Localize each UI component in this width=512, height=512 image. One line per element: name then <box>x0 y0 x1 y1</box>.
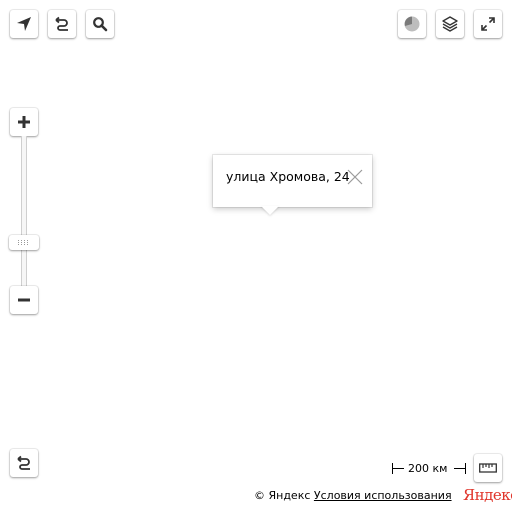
zoom-in-button[interactable] <box>10 108 38 136</box>
copyright-notice: © Яндекс Условия использования <box>254 489 452 503</box>
traffic-button[interactable] <box>398 10 426 38</box>
map-canvas[interactable] <box>0 0 512 512</box>
fullscreen-button[interactable] <box>474 10 502 38</box>
search-button[interactable] <box>86 10 114 38</box>
fullscreen-icon <box>481 17 495 31</box>
scale-label: 200 км <box>408 462 448 475</box>
address-balloon: улица Хромова, 24 <box>213 155 372 215</box>
ruler-button[interactable] <box>474 454 502 482</box>
terms-of-use-link[interactable]: Условия использования <box>314 489 452 502</box>
route-icon <box>17 455 30 470</box>
copyright-owner: © Яндекс <box>254 489 311 502</box>
scale-line: 200 км <box>392 462 466 476</box>
minus-icon <box>18 298 30 302</box>
route-button-bottom[interactable] <box>10 449 38 477</box>
route-button[interactable] <box>48 10 76 38</box>
zoom-slider-thumb[interactable] <box>9 235 39 250</box>
close-icon <box>347 169 363 185</box>
geolocation-button[interactable] <box>10 10 38 38</box>
balloon-tail <box>261 206 279 215</box>
geolocation-icon <box>17 17 31 31</box>
route-icon <box>55 16 68 31</box>
search-icon <box>93 17 108 32</box>
balloon-close-button[interactable] <box>347 169 363 185</box>
ruler-icon <box>479 463 497 473</box>
grip-icon <box>18 240 28 245</box>
plus-icon <box>18 116 30 128</box>
layers-button[interactable] <box>436 10 464 38</box>
scale-left-line <box>392 468 404 469</box>
zoom-slider-track[interactable] <box>21 136 27 286</box>
traffic-icon <box>404 16 420 32</box>
zoom-out-button[interactable] <box>10 286 38 314</box>
balloon-address: улица Хромова, 24 <box>226 169 350 184</box>
yandex-logo[interactable]: Яндекс <box>463 486 512 504</box>
layers-icon <box>442 16 458 32</box>
scale-right-tick <box>465 463 466 474</box>
